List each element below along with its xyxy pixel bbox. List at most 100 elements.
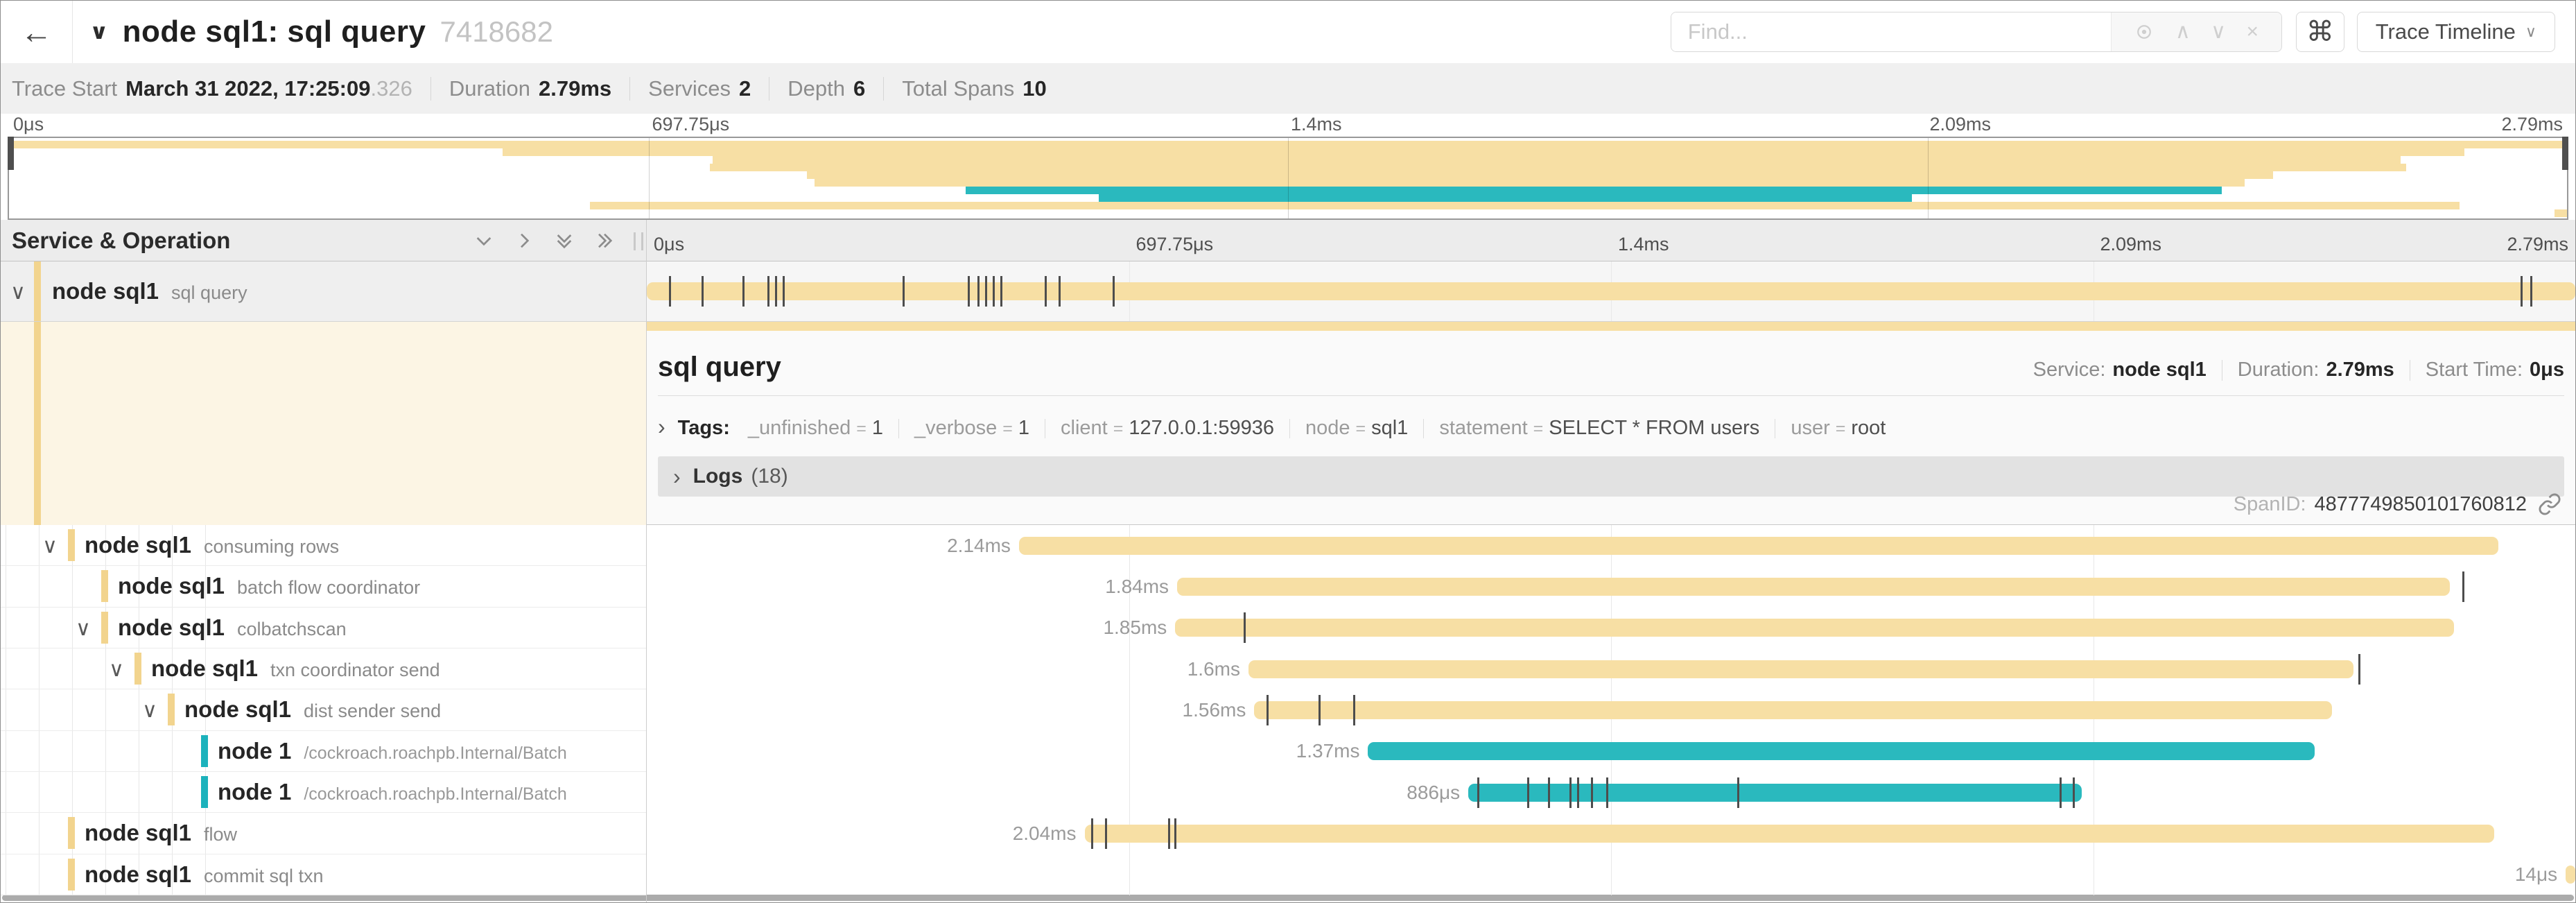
expand-all-icon[interactable] [593,230,616,252]
chevron-down-icon[interactable]: ∨ [42,534,58,558]
chevron-down-icon[interactable]: ∨ [76,617,91,641]
span-label-line: node sql1consuming rows [85,532,339,558]
operation-name: commit sql txn [204,866,324,887]
span-bar[interactable] [647,282,2575,300]
service-accent-bar [134,653,141,685]
trace-info-value: 10 [1022,76,1046,101]
locate-icon[interactable] [2134,22,2155,42]
service-name: node sql1 [184,696,291,723]
span-tree-item-sql-query[interactable]: ∨ node sql1 sql query [1,261,646,321]
panel-divider[interactable] [646,220,647,902]
axis-tick-label: 2.79ms [2507,234,2568,255]
keyboard-shortcuts-button[interactable]: ⌘ [2296,12,2344,52]
log-marker-tick [669,276,671,307]
prev-match-icon[interactable]: ∧ [2175,22,2191,42]
span-tree-item[interactable]: ∨ node sql1consuming rows [1,525,646,566]
minimap-span-bar [710,164,2405,171]
span-tree-item[interactable]: node 1/cockroach.roachpb.Internal/Batch [1,772,646,813]
log-marker-tick [1577,777,1579,808]
span-timeline-cell: 1.56ms [647,689,2575,730]
trace-id: 7418682 [440,15,553,49]
minimap-left-handle[interactable] [8,137,14,170]
minimap-span-bar [503,148,2464,156]
clear-find-icon[interactable]: × [2247,22,2259,42]
span-tree-item[interactable]: ∨node sql1colbatchscan [1,608,646,648]
timeline-axis-header: 0μs697.75μs1.4ms2.09ms2.79ms [647,220,2575,261]
axis-tick-label: 0μs [13,114,44,135]
service-accent-bar [201,776,208,808]
selected-span-left-panel [1,322,646,525]
span-bar[interactable] [1368,742,2315,760]
next-match-icon[interactable]: ∨ [2211,22,2226,42]
selected-span-bar-strip [647,322,2575,331]
logs-toggle[interactable]: › Logs (18) [658,456,2564,497]
tag-key: _unfinished [748,417,851,440]
span-timeline-cell: 14μs [647,854,2575,895]
tag-key: node [1305,417,1350,440]
span-bar[interactable] [1248,660,2353,678]
tag-value: 1 [1018,417,1029,440]
span-tree-item[interactable]: ∨ node sql1txn coordinator send [1,648,646,689]
span-duration-label: 14μs [2515,863,2557,886]
expand-one-icon[interactable] [513,230,535,252]
span-row: node 1/cockroach.roachpb.Internal/Batch8… [1,772,2575,813]
tag-value: sql1 [1371,417,1408,440]
find-box: ∧ ∨ × [1671,12,2282,52]
axis-tick-label: 1.4ms [1618,234,1669,255]
find-input[interactable] [1671,12,2111,51]
span-label-line: node sql1txn coordinator send [151,655,440,682]
span-tree-item[interactable]: ∨node sql1dist sender send [1,689,646,730]
tag-item: client=127.0.0.1:59936 [1061,417,1274,440]
span-label-line: node sql1 commit sql txn [85,861,324,888]
scrollbar-thumb[interactable] [2,895,2574,901]
tags-row[interactable]: › Tags: _unfinished=1_verbose=1client=12… [658,414,2564,440]
span-detail-meta: Service:node sql1 Duration:2.79ms Start … [2033,359,2564,381]
log-marker-tick [985,276,987,307]
link-icon[interactable] [2538,492,2561,516]
operation-name: colbatchscan [237,619,347,640]
log-marker-tick [1267,695,1269,725]
chevron-down-icon[interactable]: ∨ [10,280,26,304]
span-duration-label: 2.14ms [947,535,1011,557]
service-accent-bar [101,570,108,602]
span-bar[interactable] [2566,866,2575,884]
minimap-span-bar [1099,194,1912,202]
span-bar[interactable] [1177,578,2450,596]
span-timeline-cell: 1.37ms [647,731,2575,772]
span-bar[interactable] [1085,825,2495,843]
trace-view-select[interactable]: Trace Timeline ∨ [2357,12,2555,52]
log-marker-tick [2462,571,2464,602]
collapse-one-icon[interactable] [473,230,495,252]
panel-resize-handle[interactable] [634,232,643,250]
command-icon: ⌘ [2306,16,2334,48]
log-marker-tick [1045,276,1047,307]
divider [1423,419,1424,438]
trace-info-suffix: .326 [370,76,412,101]
log-marker-tick [903,276,905,307]
span-bar[interactable] [1019,537,2498,555]
span-bar[interactable] [1468,784,2082,802]
logs-count: (18) [751,465,787,488]
span-bar[interactable] [1254,701,2332,719]
log-marker-tick [1168,818,1170,849]
minimap-canvas[interactable] [8,137,2568,220]
chevron-down-icon[interactable]: ∨ [109,657,124,682]
collapse-trace-icon[interactable]: ∨ [89,19,109,44]
collapse-all-icon[interactable] [553,230,575,252]
span-bar[interactable] [1175,619,2453,637]
minimap-right-handle[interactable] [2562,137,2568,170]
trace-info-value: 2.79ms [539,76,611,101]
span-tree-item[interactable]: node sql1batch flow coordinator [1,566,646,607]
expand-logs-icon: › [673,464,681,490]
span-tree-item[interactable]: node 1/cockroach.roachpb.Internal/Batch [1,731,646,772]
log-marker-tick [775,276,777,307]
expand-tags-icon[interactable]: › [658,414,665,440]
span-tree-item[interactable]: node sql1 commit sql txn [1,854,646,895]
span-tree-item[interactable]: node sql1flow [1,813,646,854]
chevron-down-icon[interactable]: ∨ [142,698,157,723]
span-timeline-cell: 1.84ms [647,566,2575,607]
span-label-line: node 1/cockroach.roachpb.Internal/Batch [218,779,567,805]
back-button[interactable]: ← [1,1,73,63]
log-marker-tick [1113,276,1115,307]
service-name: node sql1 [85,861,191,888]
